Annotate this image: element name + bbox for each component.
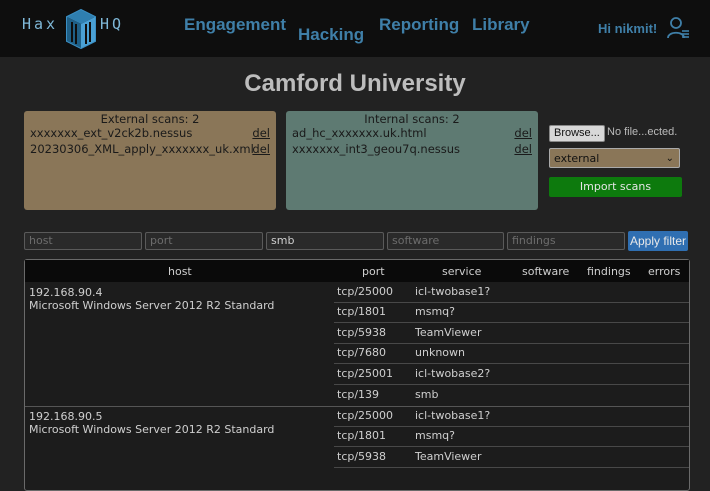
service-row[interactable]: tcp/7680 unknown [334,343,689,364]
findings-filter-input[interactable]: findings [507,232,625,250]
internal-scans-header: Internal scans: 2 [364,112,460,126]
service-name: icl-twobase2? [415,367,491,380]
column-header-errors[interactable]: errors [648,265,680,278]
column-header-host[interactable]: host [168,265,192,278]
service-name: msmq? [415,305,455,318]
software-filter-input[interactable]: software [387,232,504,250]
internal-scans-panel: Internal scans: 2 ad_hc_xxxxxxx.uk.html … [286,111,538,210]
host-os: Microsoft Windows Server 2012 R2 Standar… [29,299,275,312]
scan-type-value: external [554,152,600,165]
column-header-port[interactable]: port [362,265,385,278]
service-row[interactable]: tcp/1801 msmq? [334,426,689,447]
delete-scan-link[interactable]: del [252,125,270,141]
port-filter-input[interactable]: port [145,232,263,250]
service-filter-input[interactable]: smb [266,232,384,250]
scan-type-select[interactable]: external ⌄ [549,148,680,168]
service-row[interactable]: tcp/25000 icl-twobase1? [334,406,689,427]
apply-filter-button[interactable]: Apply filter [628,231,688,251]
service-name: unknown [415,346,465,359]
selected-file-label: No file...ected. [607,126,678,138]
browse-file-button[interactable]: Browse... [549,125,605,142]
service-port: tcp/1801 [337,305,387,318]
column-header-service[interactable]: service [442,265,481,278]
service-row[interactable]: tcp/25000 icl-twobase1? [334,282,689,303]
service-row[interactable]: tcp/139 smb [334,385,689,405]
host-ip: 192.168.90.4 [29,286,103,299]
nav-reporting[interactable]: Reporting [379,15,459,35]
delete-scan-link[interactable]: del [252,141,270,157]
service-port: tcp/1801 [337,429,387,442]
host-row[interactable]: 192.168.90.4 Microsoft Windows Server 20… [25,282,689,407]
host-ip: 192.168.90.5 [29,410,103,423]
host-os: Microsoft Windows Server 2012 R2 Standar… [29,423,275,436]
service-row[interactable]: tcp/5938 TeamViewer [334,447,689,468]
host-filter-input[interactable]: host [24,232,142,250]
delete-scan-link[interactable]: del [514,125,532,141]
top-navbar: Hax HQ Engagement Hacking Reporting Libr… [0,0,710,57]
service-port: tcp/25000 [337,285,394,298]
scan-filename: xxxxxxx_ext_v2ck2b.nessus [30,126,193,140]
scan-filename: ad_hc_xxxxxxx.uk.html [292,126,427,140]
service-port: tcp/7680 [337,346,387,359]
column-header-software[interactable]: software [522,265,569,278]
service-name: TeamViewer [415,450,482,463]
haxhq-logo[interactable]: Hax HQ [22,8,134,50]
logo-cube-icon [66,8,96,50]
scan-filename: xxxxxxx_int3_geou7q.nessus [292,142,461,156]
service-name: TeamViewer [415,326,482,339]
delete-scan-link[interactable]: del [514,141,532,157]
external-scan-item: xxxxxxx_ext_v2ck2b.nessus del [24,125,276,141]
service-row[interactable]: tcp/25001 icl-twobase2? [334,364,689,385]
service-port: tcp/25001 [337,367,394,380]
service-port: tcp/5938 [337,450,387,463]
service-port: tcp/5938 [337,326,387,339]
host-row[interactable]: 192.168.90.5 Microsoft Windows Server 20… [25,406,689,490]
page-title: Camford University [244,70,466,97]
logo-text-hq: HQ [100,15,125,33]
nav-engagement[interactable]: Engagement [184,15,286,35]
internal-scan-item: ad_hc_xxxxxxx.uk.html del [286,125,538,141]
service-row[interactable]: tcp/1801 msmq? [334,302,689,323]
service-name: msmq? [415,429,455,442]
service-row[interactable]: tcp/5938 TeamViewer [334,323,689,344]
service-name: icl-twobase1? [415,285,491,298]
service-name: icl-twobase1? [415,409,491,422]
service-port: tcp/139 [337,388,380,401]
internal-scan-item: xxxxxxx_int3_geou7q.nessus del [286,141,538,157]
chevron-down-icon: ⌄ [665,153,674,164]
nav-library[interactable]: Library [472,15,530,35]
service-port: tcp/25000 [337,409,394,422]
logo-text-hax: Hax [22,15,59,33]
nav-hacking[interactable]: Hacking [298,25,364,45]
user-settings-icon[interactable] [667,16,691,40]
results-table: host port service software findings erro… [24,259,690,491]
external-scan-item: 20230306_XML_apply_xxxxxxx_uk.xml del [24,141,276,157]
scan-filename: 20230306_XML_apply_xxxxxxx_uk.xml [30,142,254,156]
table-header: host port service software findings erro… [25,260,689,282]
external-scans-header: External scans: 2 [100,112,200,126]
service-name: smb [415,388,439,401]
external-scans-panel: External scans: 2 xxxxxxx_ext_v2ck2b.nes… [24,111,276,210]
column-header-findings[interactable]: findings [587,265,631,278]
import-scans-button[interactable]: Import scans [549,177,682,197]
user-greeting[interactable]: Hi nikmit! [598,21,657,36]
